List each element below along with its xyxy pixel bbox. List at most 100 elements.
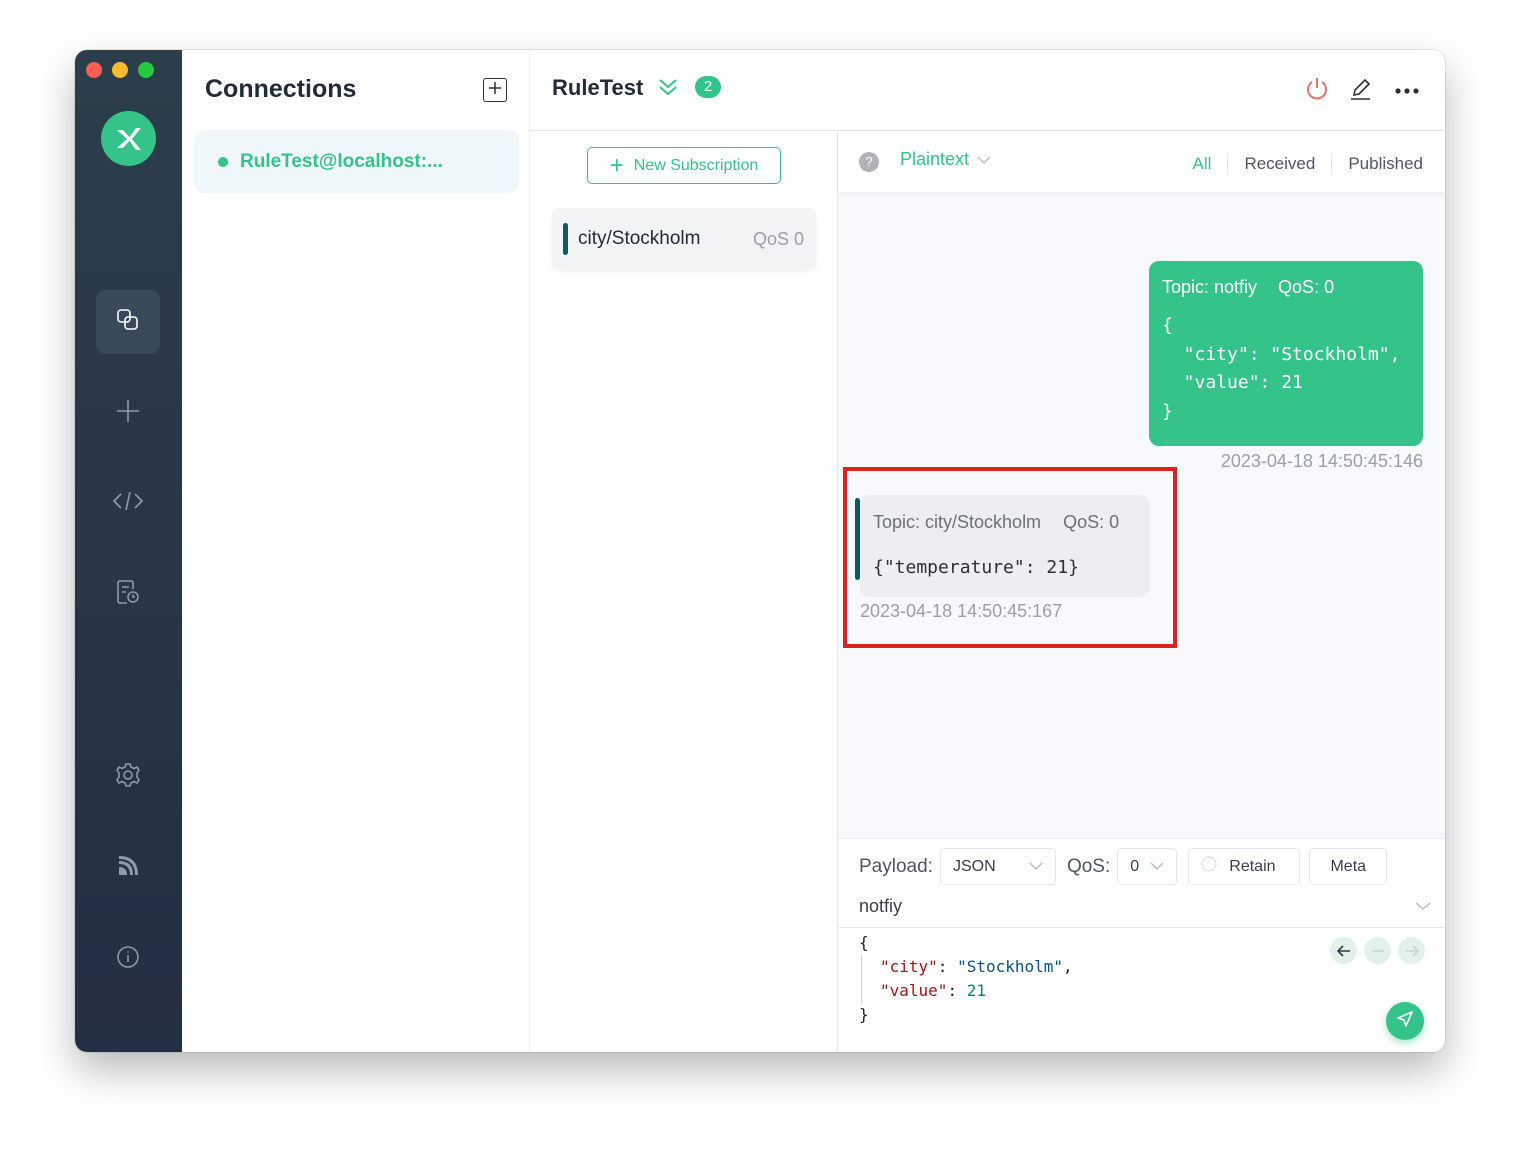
editor-line: "value": 21: [880, 981, 986, 1000]
radio-icon: [1201, 856, 1217, 877]
nav-feed[interactable]: [96, 836, 160, 900]
message-timestamp: 2023-04-18 14:50:45:146: [1220, 451, 1423, 471]
json-value: 21: [966, 981, 986, 1000]
message-topic: Topic: notfiy: [1162, 277, 1258, 297]
chevron-down-icon: [1150, 858, 1164, 876]
message-topic: Topic: city/Stockholm: [873, 512, 1042, 532]
message-list: ? Plaintext All Received Published Topic…: [838, 131, 1445, 838]
more-options-button[interactable]: [1392, 76, 1422, 106]
publish-composer: Payload: JSON QoS: 0 Retain Meta notfiy: [838, 838, 1445, 1052]
received-message[interactable]: Topic: city/Stockholm QoS: 0 {"temperatu…: [855, 495, 1150, 597]
message-payload: { "city": "Stockholm", "value": 21 }: [1162, 315, 1401, 422]
qos-label: QoS:: [1066, 855, 1111, 877]
history-back-button[interactable]: [1330, 937, 1357, 964]
payload-editor[interactable]: { "city": "Stockholm", "value": 21 }: [859, 931, 1073, 1027]
window-controls: [86, 62, 154, 78]
unread-count-badge: 2: [695, 76, 721, 98]
chevron-down-icon: [977, 149, 991, 170]
meta-label: Meta: [1330, 857, 1367, 875]
message-payload: {"temperature": 21}: [873, 557, 1079, 578]
payload-type-select[interactable]: JSON: [939, 848, 1056, 885]
nav-new-connection[interactable]: [96, 381, 160, 445]
topic-field[interactable]: notfiy: [838, 886, 1445, 928]
filter-all[interactable]: All: [1177, 154, 1228, 174]
gear-icon: [114, 761, 142, 794]
connections-title: Connections: [205, 75, 357, 103]
nav-log[interactable]: [96, 562, 160, 626]
retain-label: Retain: [1229, 857, 1276, 875]
history-forward-button[interactable]: [1398, 937, 1425, 964]
edit-connection-button[interactable]: [1346, 76, 1376, 106]
message-timestamp: 2023-04-18 14:50:45:167: [860, 601, 1063, 621]
nav-about[interactable]: [96, 927, 160, 991]
subscriptions-panel: + New Subscription city/Stockholm QoS 0: [530, 131, 838, 1052]
new-subscription-button[interactable]: + New Subscription: [587, 147, 781, 184]
payload-format-select[interactable]: Plaintext: [900, 149, 991, 170]
send-button[interactable]: [1386, 1002, 1424, 1040]
edit-icon: [1348, 76, 1374, 107]
published-message[interactable]: Topic: notfiy QoS: 0 { "city": "Stockhol…: [1149, 261, 1423, 446]
history-reset-button[interactable]: [1364, 937, 1391, 964]
side-nav: [75, 50, 182, 1052]
plus-icon: [114, 397, 142, 430]
new-subscription-label: New Subscription: [633, 156, 759, 174]
subscription-item[interactable]: city/Stockholm QoS 0: [552, 208, 816, 270]
collapse-chevrons-icon[interactable]: [657, 77, 679, 102]
connection-header: RuleTest 2: [530, 50, 1445, 131]
subscription-topic: city/Stockholm: [578, 228, 701, 249]
meta-button[interactable]: Meta: [1309, 848, 1388, 885]
power-icon: [1304, 76, 1330, 107]
filter-received[interactable]: Received: [1228, 154, 1331, 174]
connections-panel: Connections RuleTest@localhost:...: [182, 50, 530, 1052]
editor-block: "city": "Stockholm", "value": 21: [861, 955, 1073, 1003]
mqttx-logo-icon: [101, 111, 156, 166]
nav-settings[interactable]: [96, 745, 160, 809]
history-controls: [1330, 937, 1425, 964]
editor-line: }: [859, 1005, 869, 1024]
message-qos: QoS: 0: [1278, 277, 1335, 297]
chevron-down-icon[interactable]: [1415, 898, 1431, 916]
plus-icon: [487, 80, 503, 101]
json-value: "Stockholm": [957, 957, 1064, 976]
subscription-color-bar: [563, 223, 568, 255]
connection-name: RuleTest@localhost:...: [240, 150, 443, 172]
subscription-color-bar: [855, 498, 860, 580]
connection-item[interactable]: RuleTest@localhost:...: [194, 130, 519, 193]
code-icon: [112, 487, 144, 520]
nav-connections[interactable]: [96, 290, 160, 354]
send-icon: [1396, 1010, 1414, 1033]
subscription-qos: QoS 0: [752, 228, 804, 249]
payload-type-value: JSON: [952, 857, 996, 875]
close-window-button[interactable]: [86, 62, 102, 78]
payload-label: Payload:: [859, 855, 933, 877]
message-type-filters: All Received Published: [1177, 153, 1423, 175]
chevron-down-icon: [1029, 858, 1043, 876]
plus-icon: +: [609, 151, 624, 179]
log-icon: [114, 578, 142, 611]
filter-published[interactable]: Published: [1332, 154, 1423, 174]
maximize-window-button[interactable]: [138, 62, 154, 78]
connections-icon: [114, 306, 142, 339]
add-connection-button[interactable]: [483, 78, 507, 102]
editor-line: "city": "Stockholm",: [880, 957, 1073, 976]
app-window: Connections RuleTest@localhost:... RuleT…: [75, 50, 1445, 1052]
qos-select[interactable]: 0: [1117, 848, 1178, 885]
retain-checkbox[interactable]: Retain: [1188, 848, 1301, 885]
nav-script[interactable]: [96, 471, 160, 535]
minimize-window-button[interactable]: [112, 62, 128, 78]
qos-value: 0: [1130, 857, 1140, 875]
feed-icon: [114, 852, 142, 885]
more-icon: [1394, 82, 1420, 100]
connection-title: RuleTest: [552, 75, 644, 100]
payload-format-value: Plaintext: [900, 149, 970, 169]
connected-status-dot: [218, 156, 228, 167]
disconnect-button[interactable]: [1302, 76, 1332, 106]
info-icon: [114, 943, 142, 976]
message-filter-bar: ? Plaintext All Received Published: [838, 131, 1445, 192]
help-icon[interactable]: ?: [859, 152, 879, 172]
topic-input[interactable]: notfiy: [859, 896, 902, 917]
json-key: "value": [880, 981, 948, 1000]
editor-line: {: [859, 933, 869, 952]
message-qos: QoS: 0: [1063, 512, 1120, 532]
json-key: "city": [880, 957, 938, 976]
